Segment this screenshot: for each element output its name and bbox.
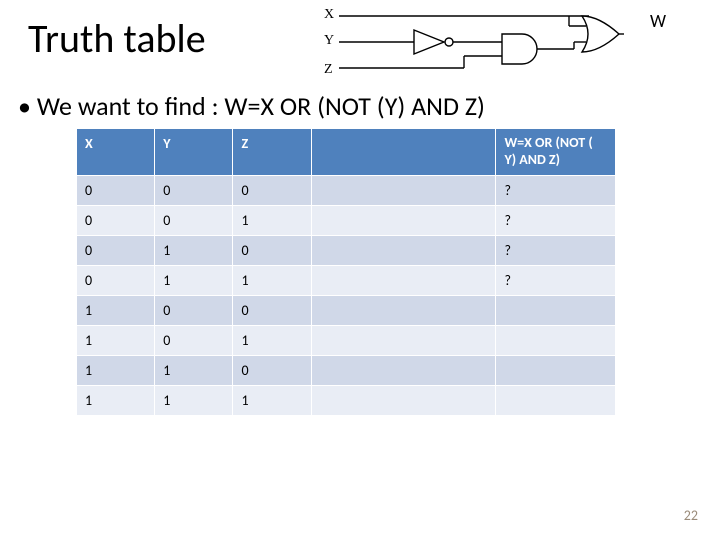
- circuit-input-z-label: Z: [324, 62, 333, 78]
- cell-x: 1: [77, 385, 155, 415]
- circuit-output-w-label: W: [650, 10, 666, 32]
- cell-x: 0: [77, 175, 155, 205]
- cell-y: 0: [155, 205, 233, 235]
- cell-w: [496, 325, 616, 355]
- cell-gap: [311, 265, 496, 295]
- table-row: 001?: [77, 205, 616, 235]
- page-title: Truth table: [28, 14, 206, 63]
- cell-z: 1: [233, 205, 311, 235]
- table-row: 110: [77, 355, 616, 385]
- cell-x: 0: [77, 235, 155, 265]
- cell-gap: [311, 385, 496, 415]
- cell-w: [496, 295, 616, 325]
- cell-y: 1: [155, 355, 233, 385]
- cell-y: 1: [155, 235, 233, 265]
- cell-gap: [311, 355, 496, 385]
- th-w: W=X OR (NOT ( Y) AND Z): [496, 129, 616, 176]
- truth-table: X Y Z W=X OR (NOT ( Y) AND Z) 000? 001? …: [76, 128, 616, 416]
- table-header-row: X Y Z W=X OR (NOT ( Y) AND Z): [77, 129, 616, 176]
- cell-y: 0: [155, 295, 233, 325]
- cell-z: 0: [233, 295, 311, 325]
- cell-y: 1: [155, 385, 233, 415]
- circuit-svg: [324, 10, 624, 80]
- table-row: 000?: [77, 175, 616, 205]
- slide: Truth table: [0, 0, 720, 540]
- cell-gap: [311, 175, 496, 205]
- cell-gap: [311, 295, 496, 325]
- circuit-input-y-label: Y: [324, 33, 334, 49]
- circuit-input-x-label: X: [324, 7, 334, 23]
- table-body: 000? 001? 010? 011? 100 101 110 111: [77, 175, 616, 415]
- table-row: 010?: [77, 235, 616, 265]
- cell-x: 1: [77, 295, 155, 325]
- th-x: X: [77, 129, 155, 176]
- page-number: 22: [684, 507, 698, 524]
- th-z: Z: [233, 129, 311, 176]
- cell-z: 1: [233, 325, 311, 355]
- cell-w: [496, 385, 616, 415]
- cell-gap: [311, 325, 496, 355]
- cell-x: 1: [77, 325, 155, 355]
- cell-z: 0: [233, 235, 311, 265]
- bullet-statement: • We want to find : W=X OR (NOT (Y) AND …: [18, 90, 485, 122]
- cell-w: ?: [496, 205, 616, 235]
- cell-w: [496, 355, 616, 385]
- logic-circuit-diagram: X Y Z: [324, 10, 624, 80]
- table-row: 011?: [77, 265, 616, 295]
- cell-y: 0: [155, 325, 233, 355]
- table-row: 100: [77, 295, 616, 325]
- cell-z: 1: [233, 385, 311, 415]
- cell-y: 1: [155, 265, 233, 295]
- cell-w: ?: [496, 175, 616, 205]
- cell-w: ?: [496, 265, 616, 295]
- cell-z: 0: [233, 355, 311, 385]
- cell-y: 0: [155, 175, 233, 205]
- cell-gap: [311, 235, 496, 265]
- th-gap: [311, 129, 496, 176]
- cell-z: 1: [233, 265, 311, 295]
- table-row: 111: [77, 385, 616, 415]
- cell-gap: [311, 205, 496, 235]
- cell-x: 0: [77, 205, 155, 235]
- cell-w: ?: [496, 235, 616, 265]
- table-row: 101: [77, 325, 616, 355]
- th-y: Y: [155, 129, 233, 176]
- cell-z: 0: [233, 175, 311, 205]
- cell-x: 0: [77, 265, 155, 295]
- cell-x: 1: [77, 355, 155, 385]
